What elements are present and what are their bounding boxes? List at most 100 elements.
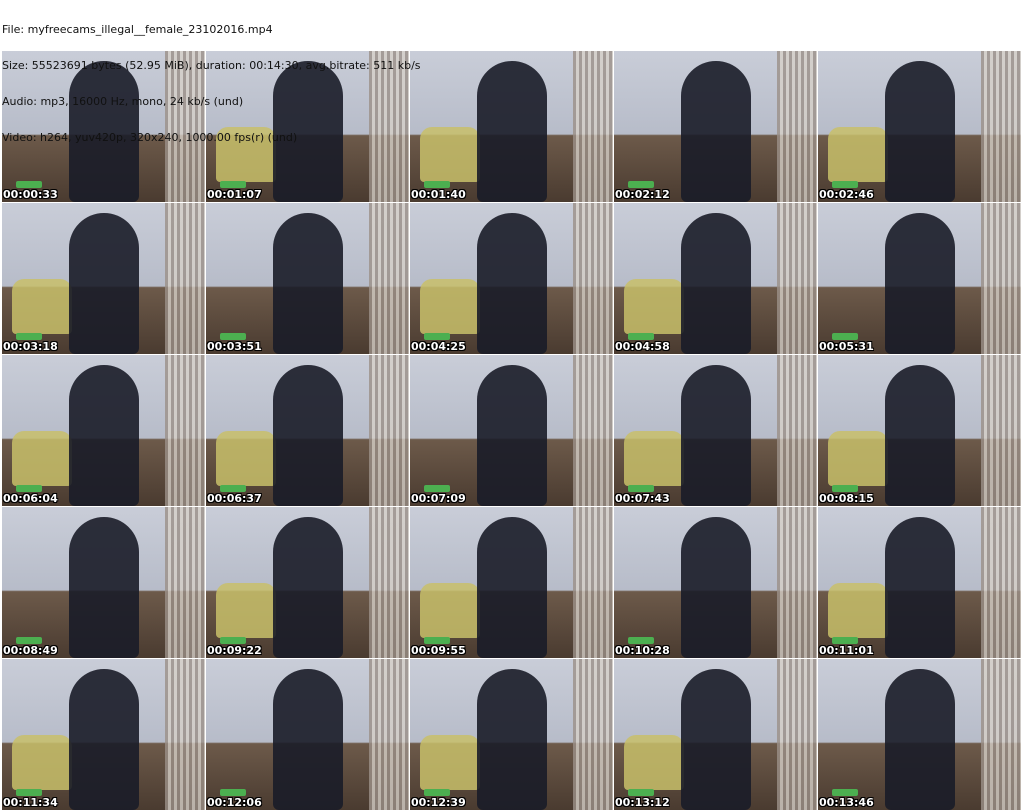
timestamp: 00:11:34 [3,796,58,809]
watermark-badge [220,485,246,492]
chair [12,431,72,486]
watermark-badge [424,333,450,340]
timestamp: 00:09:22 [207,644,262,657]
timestamp: 00:09:55 [411,644,466,657]
timestamp: 00:07:09 [411,492,466,505]
watermark-badge [832,637,858,644]
person-silhouette [680,517,751,658]
video-thumbnail: 00:06:37 [206,355,409,506]
watermark-badge [220,181,246,188]
file-size-info: Size: 55523691 bytes (52.95 MiB), durati… [2,59,421,72]
curtain [369,203,409,354]
person-silhouette [272,517,343,658]
person-silhouette [884,213,955,354]
chair [828,431,888,486]
timestamp: 00:08:15 [819,492,874,505]
video-thumbnail: 00:06:04 [2,355,205,506]
timestamp: 00:02:12 [615,188,670,201]
timestamp: 00:01:07 [207,188,262,201]
person-silhouette [884,669,955,810]
video-thumbnail: 00:12:39 [410,659,613,810]
curtain [165,659,205,810]
timestamp: 00:13:46 [819,796,874,809]
video-thumbnail: 00:13:46 [818,659,1021,810]
file-name: File: myfreecams_illegal__female_2310201… [2,23,273,36]
watermark-badge [832,181,858,188]
person-silhouette [680,213,751,354]
watermark-badge [220,637,246,644]
person-silhouette [680,669,751,810]
curtain [573,203,613,354]
timestamp: 00:02:46 [819,188,874,201]
watermark-badge [628,637,654,644]
audio-info: Audio: mp3, 16000 Hz, mono, 24 kb/s (und… [2,95,244,108]
person-silhouette [476,669,547,810]
curtain [369,507,409,658]
person-silhouette [884,517,955,658]
video-thumbnail: 00:04:25 [410,203,613,354]
video-thumbnail: 00:09:22 [206,507,409,658]
curtain [777,355,817,506]
timestamp: 00:11:01 [819,644,874,657]
curtain [981,203,1021,354]
video-thumbnail: 00:05:31 [818,203,1021,354]
watermark-badge [424,485,450,492]
watermark-badge [832,485,858,492]
watermark-badge [16,789,42,796]
chair [828,583,888,638]
timestamp: 00:12:06 [207,796,262,809]
video-thumbnail: 00:08:49 [2,507,205,658]
video-thumbnail: 00:12:06 [206,659,409,810]
person-silhouette [476,517,547,658]
video-thumbnail: 00:08:15 [818,355,1021,506]
watermark-badge [424,637,450,644]
timestamp: 00:13:12 [615,796,670,809]
person-silhouette [68,517,139,658]
watermark-badge [16,637,42,644]
chair [12,735,72,790]
curtain [369,659,409,810]
curtain [777,659,817,810]
curtain [573,355,613,506]
curtain [981,355,1021,506]
chair [12,279,72,334]
person-silhouette [68,365,139,506]
video-thumbnail: 00:07:43 [614,355,817,506]
watermark-badge [628,181,654,188]
video-thumbnail: 00:04:58 [614,203,817,354]
watermark-badge [628,485,654,492]
curtain [981,507,1021,658]
watermark-badge [16,333,42,340]
timestamp: 00:04:58 [615,340,670,353]
video-thumbnail: 00:13:12 [614,659,817,810]
person-silhouette [680,365,751,506]
person-silhouette [68,669,139,810]
curtain [165,507,205,658]
video-thumbnail: 00:11:34 [2,659,205,810]
video-thumbnail: 00:10:28 [614,507,817,658]
person-silhouette [476,213,547,354]
watermark-badge [16,485,42,492]
chair [624,279,684,334]
curtain [369,355,409,506]
timestamp: 00:03:51 [207,340,262,353]
video-info: Video: h264, yuv420p, 320x240, 1000.00 f… [2,131,298,144]
chair [624,431,684,486]
watermark-badge [628,333,654,340]
curtain [165,355,205,506]
curtain [777,507,817,658]
timestamp: 00:03:18 [3,340,58,353]
timestamp: 00:01:40 [411,188,466,201]
watermark-badge [16,181,42,188]
person-silhouette [476,365,547,506]
watermark-badge [220,789,246,796]
timestamp: 00:00:33 [3,188,58,201]
video-thumbnail: 00:03:18 [2,203,205,354]
person-silhouette [272,669,343,810]
watermark-badge [424,789,450,796]
video-thumbnail: 00:07:09 [410,355,613,506]
chair [420,583,480,638]
video-thumbnail: 00:03:51 [206,203,409,354]
chair [216,431,276,486]
watermark-badge [628,789,654,796]
